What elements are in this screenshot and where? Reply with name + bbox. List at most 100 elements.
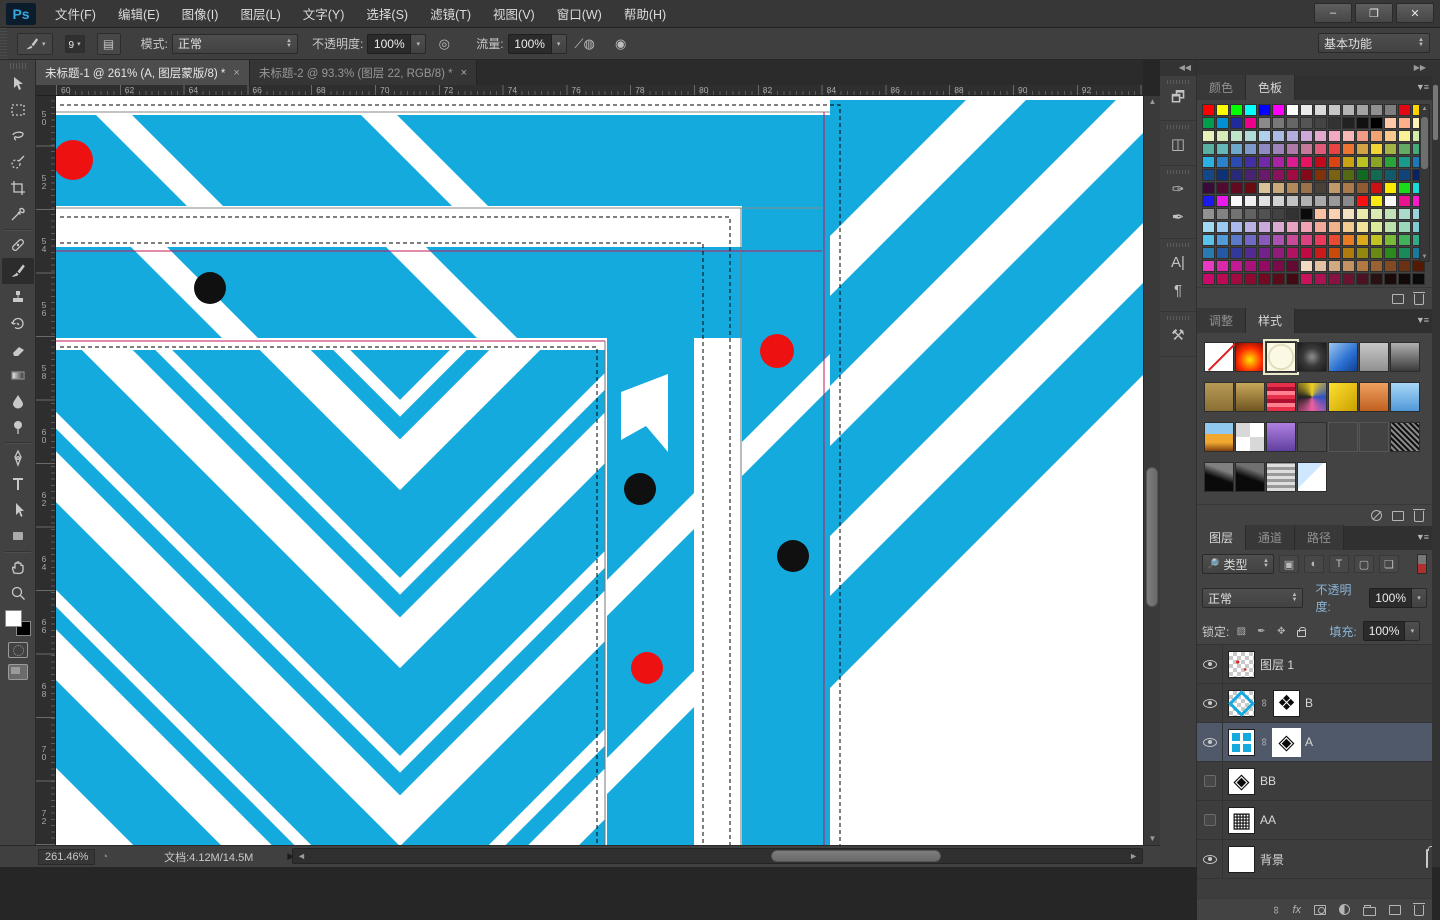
color-swatch[interactable]: [1300, 234, 1313, 246]
color-swatch[interactable]: [1202, 221, 1215, 233]
blend-mode-select[interactable]: 正常 ▲▼: [172, 34, 298, 54]
layer-row[interactable]: ◈BB: [1197, 762, 1432, 801]
restore-button[interactable]: ❐: [1355, 3, 1393, 23]
canvas[interactable]: [56, 96, 1143, 845]
marquee-tool[interactable]: [2, 97, 34, 123]
canvas-horizontal-scrollbar[interactable]: ◄ ►: [292, 848, 1143, 864]
scroll-up-icon[interactable]: ▲: [1420, 106, 1429, 112]
menu-item[interactable]: 文字(Y): [292, 0, 356, 28]
color-swatch[interactable]: [1216, 156, 1229, 168]
scroll-right-icon[interactable]: ►: [1129, 850, 1138, 862]
scroll-down-icon[interactable]: ▼: [1420, 254, 1429, 260]
layer-visibility-eye-icon[interactable]: [1197, 645, 1223, 683]
style-white-ring[interactable]: [1266, 342, 1296, 372]
color-swatch[interactable]: [1258, 182, 1271, 194]
style-empty-1[interactable]: [1328, 422, 1358, 452]
color-swatch[interactable]: [1230, 247, 1243, 259]
color-swatch[interactable]: [1244, 195, 1257, 207]
color-swatch[interactable]: [1258, 130, 1271, 142]
menu-item[interactable]: 图层(L): [229, 0, 291, 28]
screen-mode-button[interactable]: [8, 664, 28, 680]
type-tool[interactable]: [2, 471, 34, 497]
move-tool[interactable]: [2, 71, 34, 97]
airbrush-icon[interactable]: ⟋◍: [575, 35, 595, 53]
lock-pixels-icon[interactable]: ✒: [1253, 624, 1269, 639]
color-swatch[interactable]: [1258, 104, 1271, 116]
style-gold[interactable]: [1328, 382, 1358, 412]
color-swatch[interactable]: [1300, 169, 1313, 181]
color-swatch[interactable]: [1230, 182, 1243, 194]
color-swatch[interactable]: [1314, 247, 1327, 259]
color-swatch[interactable]: [1356, 130, 1369, 142]
color-swatch[interactable]: [1244, 117, 1257, 129]
color-swatch[interactable]: [1314, 260, 1327, 272]
pressure-opacity-icon[interactable]: ◎: [434, 35, 454, 53]
color-swatch[interactable]: [1202, 260, 1215, 272]
mask-link-icon[interactable]: ∞: [1258, 738, 1270, 746]
clear-style-icon[interactable]: [1371, 510, 1382, 521]
layer-thumbnail[interactable]: [1228, 846, 1255, 873]
filter-shape-layers-icon[interactable]: ▢: [1354, 555, 1374, 573]
color-swatch[interactable]: [1244, 182, 1257, 194]
color-swatch[interactable]: [1384, 169, 1397, 181]
color-swatch[interactable]: [1314, 195, 1327, 207]
color-swatch[interactable]: [1286, 221, 1299, 233]
color-swatch[interactable]: [1398, 273, 1411, 285]
layer-visibility-toggle[interactable]: [1197, 801, 1223, 839]
panel-menu-icon[interactable]: ▼≡: [1416, 82, 1428, 92]
color-swatch[interactable]: [1230, 156, 1243, 168]
layer-thumbnail[interactable]: ◈: [1228, 768, 1255, 795]
pen-tool[interactable]: [2, 445, 34, 471]
color-swatch[interactable]: [1384, 182, 1397, 194]
color-swatch[interactable]: [1300, 117, 1313, 129]
scroll-left-icon[interactable]: ◄: [297, 850, 306, 862]
color-swatch[interactable]: [1230, 143, 1243, 155]
swatch-scrollbar[interactable]: ▲ ▼: [1419, 104, 1430, 262]
color-swatch[interactable]: [1216, 208, 1229, 220]
color-swatch[interactable]: [1370, 130, 1383, 142]
color-swatch[interactable]: [1356, 143, 1369, 155]
color-swatch[interactable]: [1272, 143, 1285, 155]
color-swatch[interactable]: [1244, 104, 1257, 116]
blur-tool[interactable]: [2, 388, 34, 414]
close-button[interactable]: ✕: [1396, 3, 1434, 23]
color-swatch[interactable]: [1328, 234, 1341, 246]
zoom-level-field[interactable]: 261.46%: [38, 849, 95, 865]
panel-tab[interactable]: 颜色: [1197, 75, 1246, 100]
color-swatch[interactable]: [1398, 104, 1411, 116]
color-swatch[interactable]: [1216, 260, 1229, 272]
color-swatch[interactable]: [1328, 273, 1341, 285]
color-swatch[interactable]: [1314, 143, 1327, 155]
style-dark-flat[interactable]: [1297, 422, 1327, 452]
path-select-tool[interactable]: [2, 497, 34, 523]
style-red-glow[interactable]: [1235, 342, 1265, 372]
color-swatch[interactable]: [1328, 195, 1341, 207]
color-swatch[interactable]: [1244, 156, 1257, 168]
color-swatch[interactable]: [1370, 117, 1383, 129]
color-swatch[interactable]: [1258, 208, 1271, 220]
color-swatch[interactable]: [1300, 260, 1313, 272]
style-black-v1[interactable]: [1204, 462, 1234, 492]
color-swatch[interactable]: [1258, 117, 1271, 129]
lock-all-icon[interactable]: [1293, 624, 1309, 639]
foreground-background-colors[interactable]: [5, 610, 31, 636]
style-dark-spiral[interactable]: [1297, 342, 1327, 372]
style-sky[interactable]: [1390, 382, 1420, 412]
color-swatch[interactable]: [1244, 247, 1257, 259]
color-swatch[interactable]: [1272, 247, 1285, 259]
color-swatch[interactable]: [1398, 156, 1411, 168]
panel-tab[interactable]: 色板: [1246, 75, 1295, 100]
color-swatch[interactable]: [1244, 130, 1257, 142]
document-tab[interactable]: 未标题-2 @ 93.3% (图层 22, RGB/8) *×: [250, 60, 477, 85]
color-swatch[interactable]: [1244, 208, 1257, 220]
scroll-thumb[interactable]: [1421, 117, 1428, 169]
color-swatch[interactable]: [1216, 234, 1229, 246]
layer-name[interactable]: AA: [1260, 813, 1276, 827]
color-swatch[interactable]: [1370, 247, 1383, 259]
hand-tool[interactable]: [2, 554, 34, 580]
style-white-noise[interactable]: [1235, 422, 1265, 452]
brush-size-picker[interactable]: 9 ▾: [65, 35, 85, 53]
layer-row[interactable]: 背景: [1197, 840, 1432, 879]
delete-style-icon[interactable]: [1414, 511, 1424, 522]
color-swatch[interactable]: [1258, 169, 1271, 181]
